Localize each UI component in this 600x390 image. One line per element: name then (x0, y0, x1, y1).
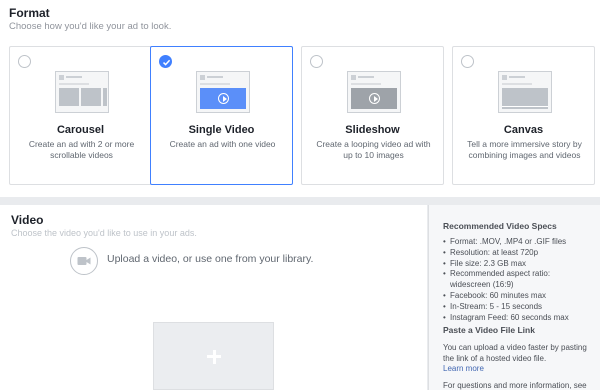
video-camera-icon[interactable] (70, 247, 98, 275)
specs-title: Recommended Video Specs (443, 221, 557, 231)
format-option-slideshow[interactable]: Slideshow Create a looping video ad with… (301, 46, 444, 185)
carousel-thumbnail-icon (55, 71, 109, 113)
slideshow-thumbnail-icon (347, 71, 401, 113)
format-section: Format Choose how you'd like your ad to … (0, 0, 600, 197)
spec-item: In-Stream: 5 - 15 seconds (443, 302, 598, 313)
spec-item: Format: .MOV, .MP4 or .GIF files (443, 237, 598, 248)
video-specs-panel: Recommended Video Specs Format: .MOV, .M… (428, 205, 600, 390)
format-title: Format (9, 6, 50, 20)
learn-more-link[interactable]: Learn more (443, 364, 484, 373)
video-section: Video Choose the video you'd like to use… (0, 205, 427, 390)
specs-list: Format: .MOV, .MP4 or .GIF files Resolut… (443, 237, 598, 323)
spec-item: widescreen (16:9) (450, 280, 514, 290)
radio-button[interactable] (310, 55, 323, 68)
spec-item: Resolution: at least 720p (443, 248, 598, 259)
spec-item: File size: 2.3 GB max (443, 259, 598, 270)
format-option-label: Carousel (56, 124, 105, 136)
format-option-description: Tell a more immersive story by combining… (467, 139, 582, 160)
format-option-label: Slideshow (345, 124, 400, 136)
video-title: Video (11, 213, 44, 227)
play-icon (369, 93, 380, 104)
format-subtitle: Choose how you'd like your ad to look. (9, 21, 172, 32)
upload-video-button[interactable] (153, 322, 274, 390)
radio-button[interactable] (461, 55, 474, 68)
canvas-thumbnail-icon (498, 71, 552, 113)
upload-prompt[interactable]: Upload a video, or use one from your lib… (107, 253, 313, 265)
check-icon[interactable] (159, 55, 172, 68)
format-option-carousel[interactable]: Carousel Create an ad with 2 or more scr… (9, 46, 152, 185)
format-option-label: Single Video (188, 124, 255, 136)
format-option-canvas[interactable]: Canvas Tell a more immersive story by co… (452, 46, 595, 185)
spec-item: Recommended aspect ratio: (443, 269, 598, 280)
format-option-label: Canvas (503, 124, 544, 136)
paste-link-title: Paste a Video File Link (443, 325, 535, 335)
plus-icon (212, 349, 216, 364)
questions-text: For questions and more information, see (443, 381, 587, 390)
format-option-description: Create an ad with 2 or more scrollable v… (28, 139, 135, 160)
format-option-description: Create a looping video ad with up to 10 … (316, 139, 431, 160)
play-icon (218, 93, 229, 104)
format-option-description: Create an ad with one video (169, 139, 276, 149)
single-video-thumbnail-icon (196, 71, 250, 113)
spec-item: Instagram Feed: 60 seconds max (443, 313, 598, 324)
radio-button[interactable] (18, 55, 31, 68)
format-option-single-video[interactable]: Single Video Create an ad with one video (150, 46, 293, 185)
spec-item: Facebook: 60 minutes max (443, 291, 598, 302)
paste-link-text: You can upload a video faster by pasting… (443, 343, 587, 363)
video-subtitle: Choose the video you'd like to use in yo… (11, 228, 197, 238)
